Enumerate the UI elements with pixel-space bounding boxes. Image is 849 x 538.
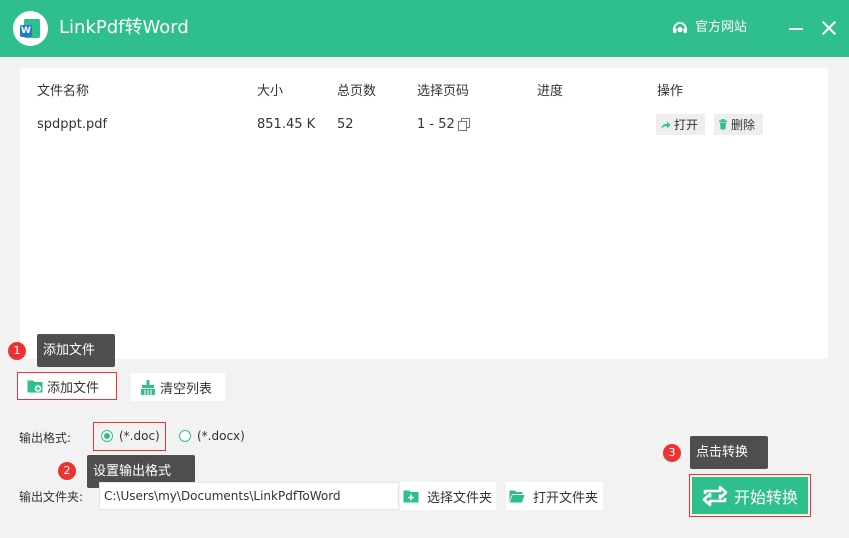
step-marker-1: 1 [8,342,26,360]
tooltip-add-file: 添加文件 [37,334,115,367]
step-marker-2: 2 [58,462,76,480]
format-radio-docx[interactable]: (*.docx) [179,429,245,443]
page-select-icon[interactable] [458,118,470,131]
title-bar: W LinkPdf转Word 官方网站 [0,0,849,57]
add-file-button[interactable]: 添加文件 [17,372,117,400]
column-header-name: 文件名称 [37,84,90,99]
output-folder-label: 输出文件夹: [19,490,84,504]
column-header-progress: 进度 [537,84,564,99]
open-folder-label: 打开文件夹 [533,490,599,506]
folder-add-icon [27,380,43,393]
delete-file-button[interactable]: 删除 [714,114,763,135]
choose-folder-label: 选择文件夹 [427,490,493,506]
radio-unselected-icon [179,430,191,442]
app-logo-icon: W [13,11,48,46]
tooltip-start-convert: 点击转换 [690,436,768,469]
page-range-cell[interactable]: 1 - 52 [417,116,455,134]
file-pages-cell: 52 [337,117,354,132]
minimize-button[interactable] [785,16,809,40]
headset-icon [673,22,687,33]
official-site-link[interactable]: 官方网站 [671,18,747,38]
column-header-page-range: 选择页码 [417,84,470,99]
format-radio-doc[interactable]: (*.doc) [101,429,160,443]
file-list-panel: 文件名称 大小 总页数 选择页码 进度 操作 spdppt.pdf 851.45… [20,68,828,359]
choose-folder-button[interactable]: 选择文件夹 [400,482,496,510]
trash-icon [719,119,727,130]
convert-arrows-icon [702,485,728,506]
file-size-cell: 851.45 K [257,117,316,132]
broom-icon [141,379,155,395]
file-name-cell: spdppt.pdf [37,117,108,132]
format-docx-label: (*.docx) [197,429,245,443]
app-title: LinkPdf转Word [59,17,189,38]
column-header-actions: 操作 [657,84,684,99]
radio-selected-icon [101,430,113,442]
output-format-label: 输出格式: [19,431,72,445]
official-site-label: 官方网站 [695,20,748,35]
start-convert-label: 开始转换 [733,487,798,507]
column-header-size: 大小 [257,84,284,99]
format-doc-label: (*.doc) [119,429,160,443]
folder-plus-icon [403,490,419,503]
open-file-label: 打开 [674,118,699,132]
open-folder-button[interactable]: 打开文件夹 [506,482,603,510]
share-arrow-icon [661,121,671,129]
start-highlight-box: 开始转换 [689,474,811,517]
step-marker-3: 3 [663,444,681,462]
output-folder-input[interactable] [99,482,399,510]
open-file-button[interactable]: 打开 [656,114,705,135]
delete-file-label: 删除 [731,118,756,132]
clear-list-button[interactable]: 清空列表 [131,373,225,401]
close-button[interactable] [817,16,841,40]
clear-list-label: 清空列表 [160,381,213,397]
add-file-label: 添加文件 [47,380,100,396]
start-convert-button[interactable]: 开始转换 [692,477,808,514]
column-header-pages: 总页数 [337,84,377,99]
folder-open-icon [509,490,525,503]
